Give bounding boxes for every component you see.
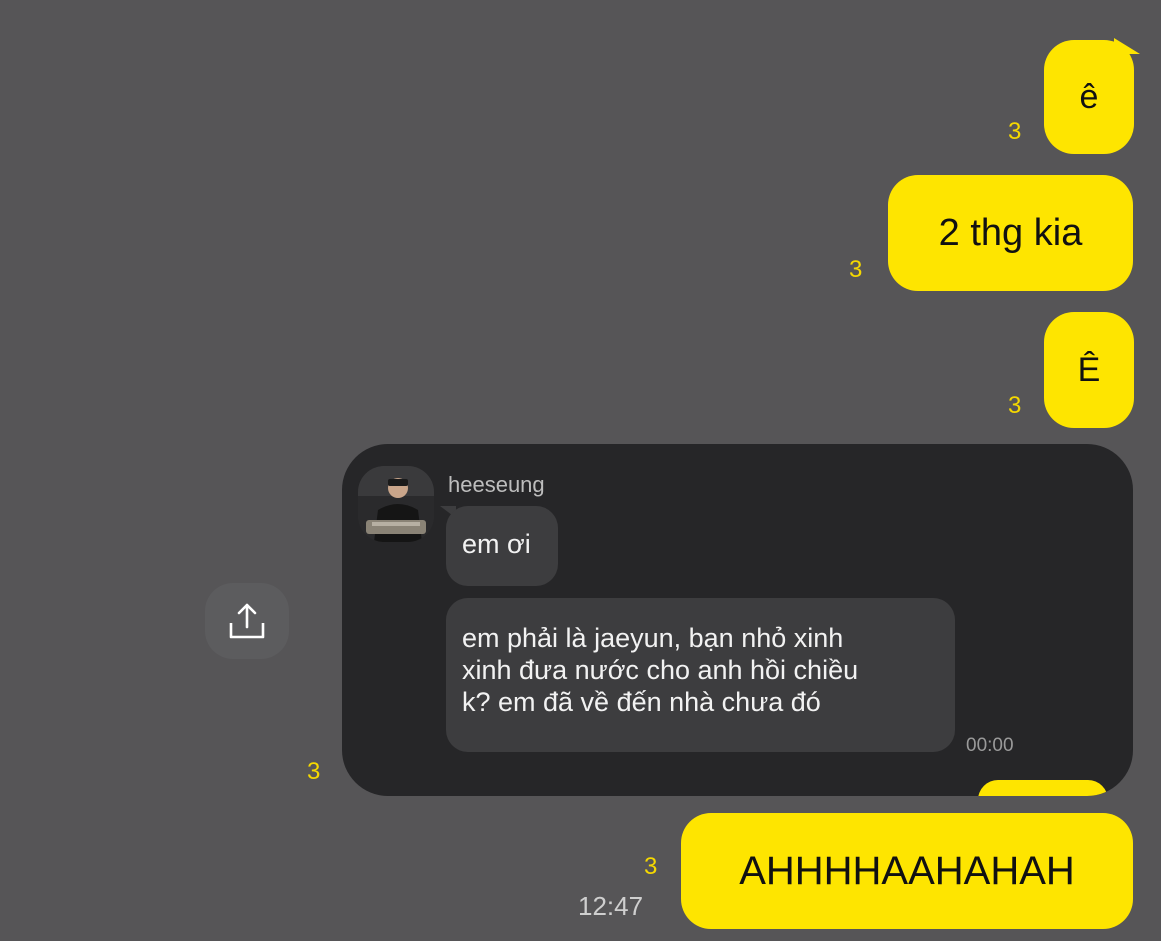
- unread-count: 3: [307, 758, 321, 785]
- unread-count: 3: [849, 256, 863, 283]
- message-bubble[interactable]: AHHHHAAHAHAH: [681, 813, 1133, 929]
- message-bubble[interactable]: ê: [1044, 40, 1134, 154]
- share-upload-icon: [229, 603, 265, 639]
- message-text: 2 thg kia: [938, 211, 1083, 254]
- received-bubble[interactable]: em ơi: [446, 506, 558, 586]
- message-line: em phải là jaeyun, bạn nhỏ xinh: [462, 623, 844, 653]
- shared-chat-card[interactable]: heeseung em ơi em phải là jaeyun, bạn nh…: [342, 444, 1133, 796]
- message-time: 12:47: [578, 891, 644, 921]
- message-text: AHHHHAAHAHAH: [739, 848, 1075, 893]
- message-line: xinh đưa nước cho anh hồi chiều: [462, 655, 859, 685]
- bubble-tail: [1114, 38, 1140, 54]
- bubble-preview: [978, 780, 1108, 796]
- message-bubble[interactable]: Ê: [1044, 312, 1134, 428]
- message-time: 00:00: [966, 735, 1014, 756]
- sender-name: heeseung: [448, 472, 545, 497]
- message-bubble[interactable]: 2 thg kia: [888, 175, 1133, 291]
- unread-count: 3: [1008, 118, 1022, 145]
- share-button[interactable]: [205, 583, 289, 659]
- message-text: Ê: [1077, 350, 1101, 389]
- message-line: k? em đã về đến nhà chưa đó: [462, 687, 821, 717]
- chat-screen: 3 ê 3 2 thg kia 3 Ê 3 heeseung em ơi em …: [0, 0, 1161, 941]
- message-text: ê: [1079, 77, 1099, 116]
- unread-count: 3: [644, 853, 658, 880]
- avatar-image: [358, 466, 434, 542]
- user-avatar[interactable]: [358, 466, 434, 542]
- message-text: em ơi: [462, 529, 531, 559]
- unread-count: 3: [1008, 392, 1022, 419]
- received-bubble[interactable]: em phải là jaeyun, bạn nhỏ xinh xinh đưa…: [446, 598, 955, 752]
